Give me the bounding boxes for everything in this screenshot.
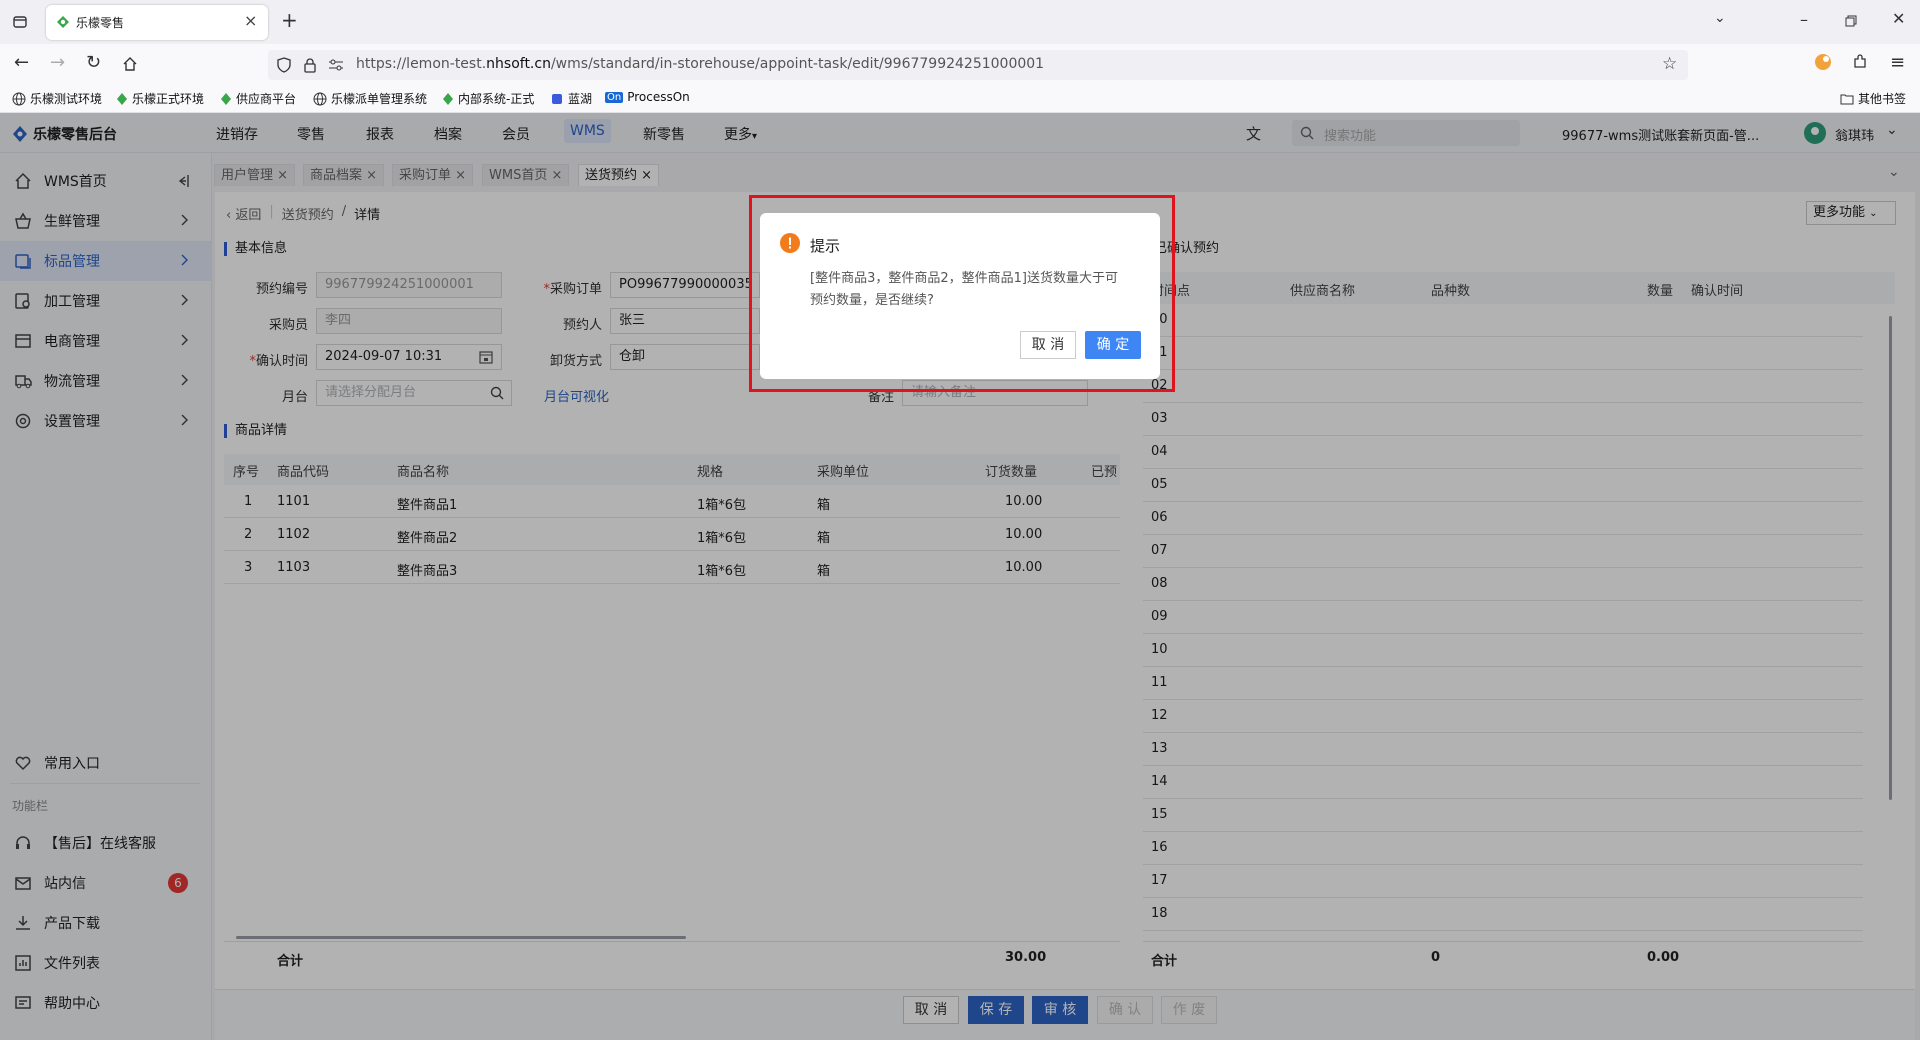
extensions-puzzle-icon[interactable] — [1852, 54, 1868, 70]
lemon-bookmark-icon — [117, 92, 127, 105]
lemon-bookmark-icon — [221, 92, 231, 105]
bookmark-item[interactable]: 蓝湖 — [550, 90, 592, 107]
browser-tab[interactable]: 乐檬零售 × — [46, 5, 268, 40]
lock-icon[interactable] — [303, 57, 317, 73]
globe-icon — [12, 92, 26, 105]
back-icon[interactable]: ← — [14, 52, 29, 73]
minimize-icon[interactable]: – — [1800, 10, 1808, 29]
bookmarks-bar: 乐檬测试环境 乐檬正式环境 供应商平台 乐檬派单管理系统 内部系统-正式 蓝湖 … — [0, 84, 1920, 113]
close-tab-icon[interactable]: × — [244, 11, 257, 30]
processon-icon: On — [605, 91, 624, 103]
bookmark-item[interactable]: On ProcessOn — [605, 90, 690, 104]
site-permissions-icon[interactable] — [328, 59, 344, 71]
bookmark-star-icon[interactable]: ☆ — [1662, 54, 1677, 74]
highlight-box — [749, 195, 1175, 392]
bookmark-item[interactable]: 乐檬测试环境 — [12, 90, 102, 107]
shield-icon[interactable] — [276, 57, 292, 73]
extension-lemon-icon[interactable] — [1814, 53, 1832, 71]
tab-list-icon[interactable] — [12, 14, 28, 30]
other-bookmarks[interactable]: 其他书签 — [1840, 90, 1906, 107]
address-bar[interactable]: https://lemon-test.nhsoft.cn/wms/standar… — [268, 50, 1688, 80]
bookmark-item[interactable]: 供应商平台 — [220, 90, 296, 107]
bookmark-item[interactable]: 乐檬派单管理系统 — [313, 90, 427, 107]
browser-tab-bar: 乐檬零售 × + ⌄ – ✕ — [0, 0, 1920, 44]
lemon-favicon-icon — [56, 15, 70, 29]
bookmark-item[interactable]: 乐檬正式环境 — [116, 90, 204, 107]
forward-icon[interactable]: → — [50, 52, 65, 73]
url-text: https://lemon-test.nhsoft.cn/wms/standar… — [356, 56, 1045, 72]
new-tab-icon[interactable]: + — [281, 8, 298, 32]
folder-icon — [1840, 94, 1854, 104]
globe-icon — [313, 92, 327, 105]
browser-tab-title: 乐檬零售 — [76, 16, 125, 30]
reload-icon[interactable]: ↻ — [86, 52, 101, 73]
menu-icon[interactable]: ≡ — [1890, 52, 1905, 73]
restore-icon[interactable] — [1845, 15, 1857, 27]
lanhu-icon — [552, 93, 562, 104]
home-icon[interactable] — [122, 56, 138, 72]
bookmark-item[interactable]: 内部系统-正式 — [442, 90, 534, 107]
close-window-icon[interactable]: ✕ — [1892, 9, 1905, 28]
lemon-bookmark-icon — [443, 92, 453, 105]
chevron-down-icon[interactable]: ⌄ — [1714, 10, 1726, 26]
